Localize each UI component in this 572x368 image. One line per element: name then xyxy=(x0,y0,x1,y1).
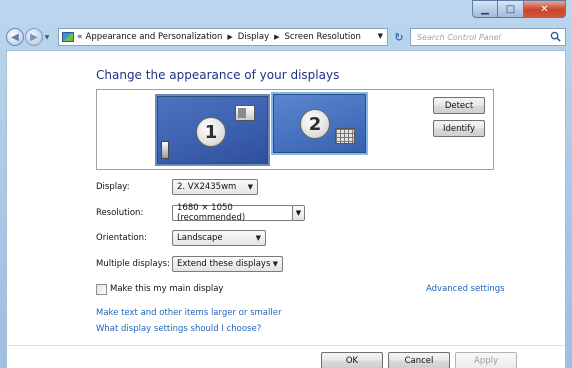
forward-button[interactable]: ▶ xyxy=(25,28,43,46)
display-select[interactable]: 2. VX2435wm ▼ xyxy=(172,179,258,195)
monitor-2[interactable]: 2 xyxy=(271,92,368,155)
back-button[interactable]: ◀ xyxy=(6,28,24,46)
multiple-displays-value: Extend these displays xyxy=(177,259,271,269)
title-bar[interactable]: ▁ □ ✕ xyxy=(0,0,572,26)
breadcrumb-display[interactable]: Display xyxy=(238,32,269,42)
resolution-value: 1680 × 1050 (recommended) xyxy=(177,203,246,223)
chevron-down-icon[interactable]: ▼ xyxy=(292,205,305,221)
keyboard-icon xyxy=(335,128,355,144)
chevron-down-icon: ▼ xyxy=(247,183,253,191)
chevron-right-icon[interactable]: ▶ xyxy=(227,33,232,41)
resolution-label: Resolution: xyxy=(96,208,144,218)
address-bar[interactable]: « Appearance and Personalization ▶ Displ… xyxy=(58,28,388,46)
display-label: Display: xyxy=(96,182,130,192)
refresh-icon[interactable]: ↻ xyxy=(390,28,408,46)
footer-divider xyxy=(7,345,565,346)
orientation-select[interactable]: Landscape ▼ xyxy=(172,230,266,246)
display-value: 2. VX2435wm xyxy=(177,182,237,192)
search-icon[interactable] xyxy=(550,31,561,42)
search-input[interactable]: Search Control Panel xyxy=(417,33,501,42)
chevron-right-icon[interactable]: ▶ xyxy=(274,33,279,41)
multiple-displays-label: Multiple displays: xyxy=(96,259,170,269)
history-dropdown-icon[interactable]: ▼ xyxy=(43,34,51,41)
orientation-label: Orientation: xyxy=(96,233,147,243)
minimize-button[interactable]: ▁ xyxy=(472,0,498,18)
chevron-down-icon: ▼ xyxy=(272,260,278,268)
control-panel-icon xyxy=(62,32,74,42)
monitor-1[interactable]: 1 xyxy=(155,94,270,166)
cancel-button[interactable]: Cancel xyxy=(388,352,450,368)
taskbar-icon xyxy=(161,141,169,159)
display-help-link[interactable]: What display settings should I choose? xyxy=(96,324,261,334)
maximize-button[interactable]: □ xyxy=(498,0,524,18)
window-controls: ▁ □ ✕ xyxy=(472,0,566,18)
address-prefix[interactable]: « xyxy=(77,32,83,42)
main-display-label[interactable]: Make this my main display xyxy=(110,284,223,294)
monitor-number: 1 xyxy=(196,117,226,147)
multiple-displays-select[interactable]: Extend these displays ▼ xyxy=(172,256,283,272)
breadcrumb-appearance[interactable]: Appearance and Personalization xyxy=(86,32,223,42)
text-size-link[interactable]: Make text and other items larger or smal… xyxy=(96,308,281,318)
arrow-right-icon: ▶ xyxy=(30,31,38,43)
detect-button[interactable]: Detect xyxy=(433,97,485,114)
ok-button[interactable]: OK xyxy=(321,352,383,368)
search-box[interactable]: Search Control Panel xyxy=(410,28,566,46)
resolution-select[interactable]: 1680 × 1050 (recommended) ▼ xyxy=(172,203,305,223)
window-icon xyxy=(235,105,255,121)
page-title: Change the appearance of your displays xyxy=(96,68,340,82)
address-dropdown-icon[interactable]: ▼ xyxy=(378,32,383,40)
arrow-left-icon: ◀ xyxy=(11,31,19,43)
close-button[interactable]: ✕ xyxy=(524,0,566,18)
breadcrumb-screen-resolution[interactable]: Screen Resolution xyxy=(285,32,361,42)
monitor-number: 2 xyxy=(300,109,330,139)
navigation-bar: ◀ ▶ ▼ « Appearance and Personalization ▶… xyxy=(6,26,566,48)
advanced-settings-link[interactable]: Advanced settings xyxy=(426,284,505,294)
identify-button[interactable]: Identify xyxy=(433,120,485,137)
window-frame: ▁ □ ✕ ◀ ▶ ▼ « Appearance and Personaliza… xyxy=(0,0,572,368)
orientation-value: Landscape xyxy=(177,233,223,243)
chevron-down-icon: ▼ xyxy=(255,234,261,242)
content-panel: Change the appearance of your displays 1… xyxy=(6,50,566,368)
main-display-checkbox[interactable] xyxy=(96,284,107,295)
apply-button[interactable]: Apply xyxy=(455,352,517,368)
